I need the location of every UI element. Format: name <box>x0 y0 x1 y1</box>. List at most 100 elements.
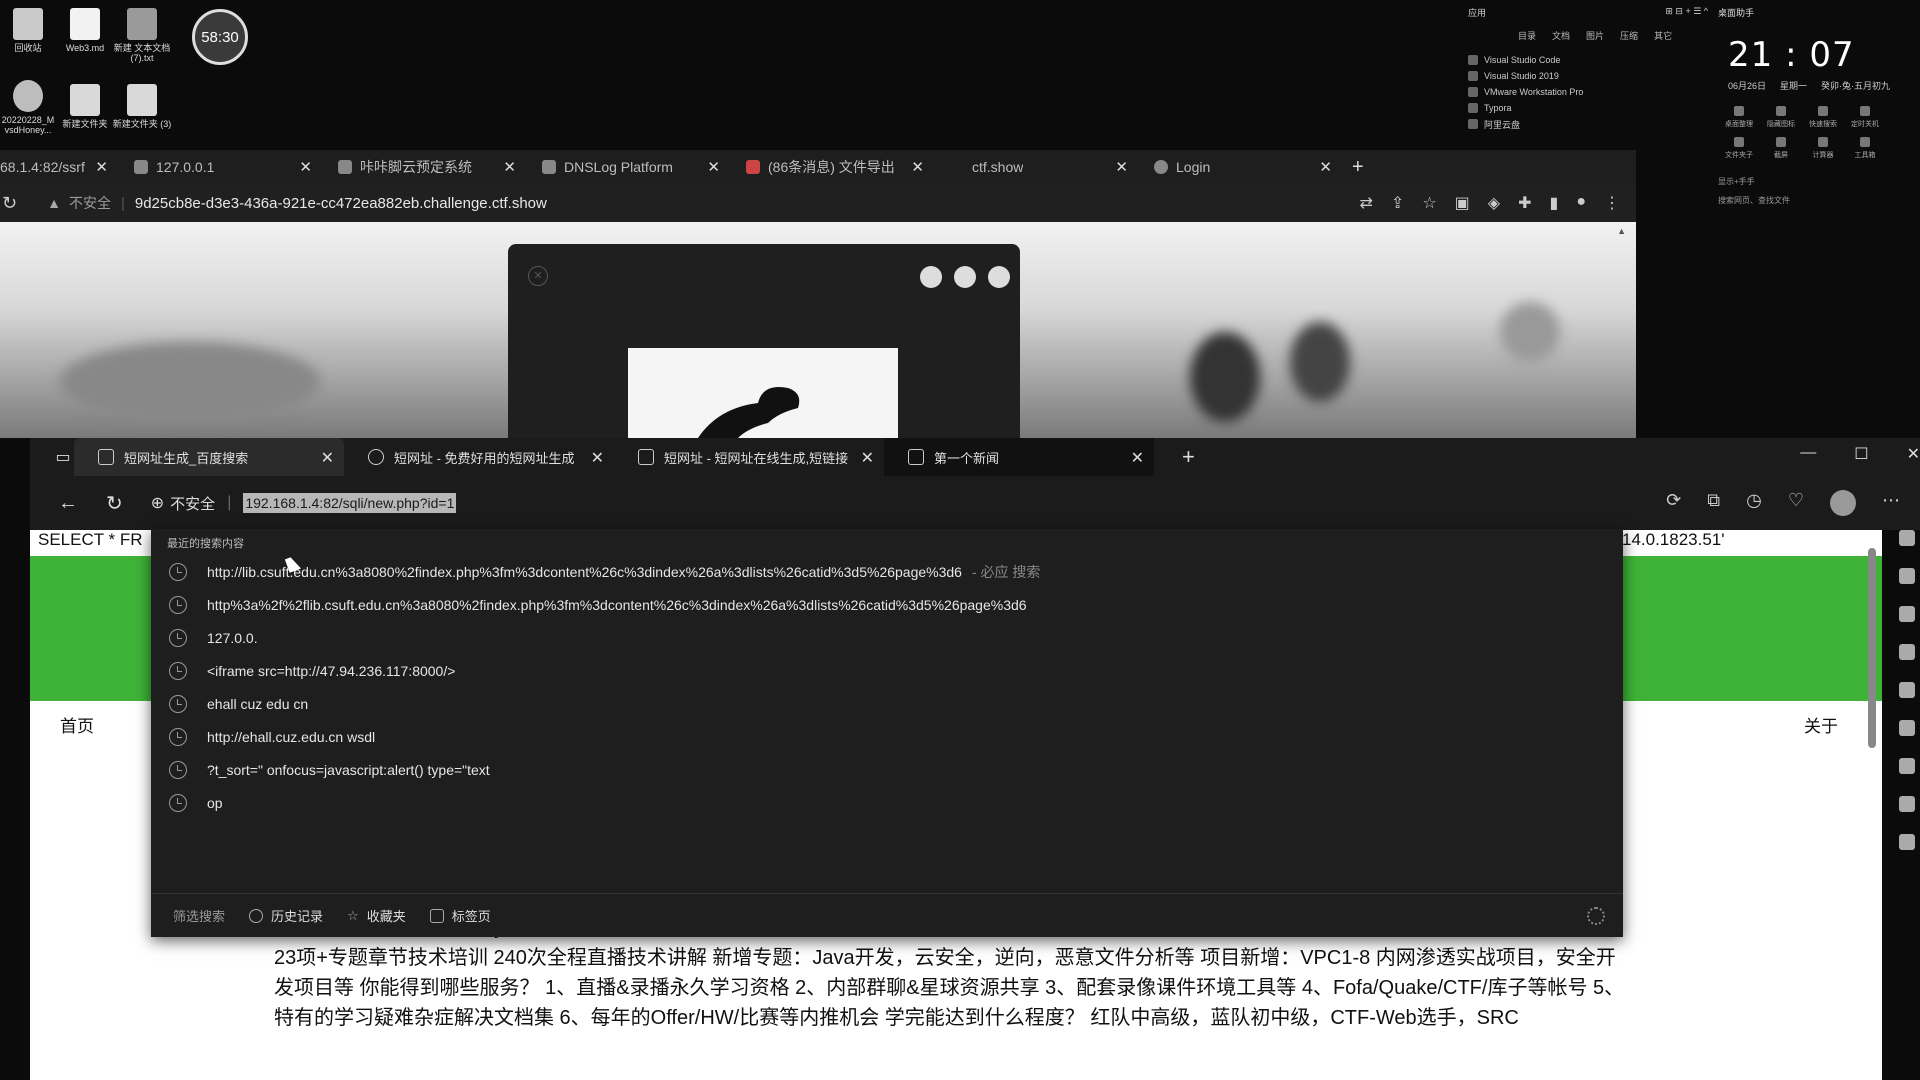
favorites-icon[interactable]: ♡ <box>1788 490 1804 516</box>
settings-gear-icon[interactable] <box>1587 907 1605 925</box>
outlook-icon[interactable] <box>1899 758 1915 774</box>
history-filter-button[interactable]: 历史记录 <box>249 906 323 925</box>
tag-icon[interactable] <box>1899 606 1915 622</box>
split-screen-icon[interactable]: ⧉ <box>1707 490 1720 516</box>
briefcase-icon[interactable] <box>1899 644 1915 660</box>
menu-icon[interactable]: ⋮ <box>1604 193 1620 213</box>
close-window-icon[interactable]: ✕ <box>1907 444 1920 464</box>
apps-category[interactable]: 目录 <box>1518 29 1536 42</box>
suggestion-item[interactable]: ?t_sort=" onfocus=javascript:alert() typ… <box>151 753 1623 786</box>
app-item[interactable]: Typora <box>1468 100 1708 116</box>
url-input[interactable]: 192.168.1.4:82/sqli/new.php?id=1 <box>243 493 457 513</box>
tab-short-url[interactable]: 短网址 - 免费好用的短网址生成 ✕ <box>344 438 614 476</box>
insecure-label[interactable]: 不安全 <box>69 193 111 213</box>
globe-icon[interactable]: ⊕ <box>151 493 164 513</box>
tool-item[interactable]: 桌面整理 <box>1718 106 1760 129</box>
close-icon[interactable]: ✕ <box>1319 158 1332 176</box>
extension-icon[interactable]: ▣ <box>1455 193 1470 213</box>
tool-item[interactable]: 文件夹子 <box>1718 137 1760 160</box>
reload-icon[interactable]: ↻ <box>2 193 17 214</box>
suggestion-item[interactable]: op <box>151 786 1623 819</box>
apps-category[interactable]: 文档 <box>1552 29 1570 42</box>
desktop-icon-folder[interactable]: 新建文件夹 <box>55 84 115 129</box>
close-icon[interactable]: ✕ <box>1115 158 1128 176</box>
desktop-icon-recycle-bin[interactable]: 回收站 <box>0 8 58 53</box>
more-icon[interactable]: ⋯ <box>1882 490 1900 516</box>
tab-csdn[interactable]: (86条消息) 文件导出 ✕ <box>732 150 936 184</box>
close-icon[interactable]: ✕ <box>528 266 548 286</box>
tab-localhost[interactable]: 127.0.0.1 ✕ <box>120 150 324 184</box>
tab-actions-icon[interactable]: ▭ <box>52 438 74 476</box>
suggestion-item[interactable]: http%3a%2f%2flib.csuft.edu.cn%3a8080%2fi… <box>151 588 1623 621</box>
avatar[interactable] <box>1830 490 1856 516</box>
desktop-icon-folder-3[interactable]: 新建文件夹 (3) <box>112 84 172 129</box>
scrollbar[interactable] <box>1868 548 1876 748</box>
suggestion-item[interactable]: <iframe src=http://47.94.236.117:8000/> <box>151 654 1623 687</box>
apps-category[interactable]: 图片 <box>1586 29 1604 42</box>
desktop-icon-zip[interactable]: 20220228_M vsdHoney... <box>0 80 58 136</box>
tab-first-news[interactable]: 第一个新闻 ✕ <box>884 438 1154 476</box>
tab-booking-system[interactable]: 咔咔脚云预定系统 ✕ <box>324 150 528 184</box>
extension-icon[interactable]: ◈ <box>1488 193 1500 213</box>
tab-login[interactable]: Login ✕ <box>1140 150 1344 184</box>
close-icon[interactable]: ✕ <box>1131 448 1144 468</box>
timer-widget[interactable]: 58:30 <box>192 9 248 65</box>
tab-ssrf[interactable]: 68.1.4:82/ssrf ✕ <box>0 150 120 184</box>
new-tab-button[interactable]: + <box>1352 156 1364 179</box>
tab-ctfshow[interactable]: ctf.show ✕ <box>936 150 1140 184</box>
nav-about-link[interactable]: 关于 <box>1804 712 1838 737</box>
suggestion-item[interactable]: http://lib.csuft.edu.cn%3a8080%2findex.p… <box>151 555 1623 588</box>
search-hint[interactable]: 显示+手手 <box>1718 176 1755 187</box>
app-item[interactable]: Visual Studio Code <box>1468 52 1708 68</box>
app-item[interactable]: VMware Workstation Pro <box>1468 84 1708 100</box>
suggestion-item[interactable]: ehall cuz edu cn <box>151 687 1623 720</box>
puzzle-icon[interactable]: ✚ <box>1518 193 1531 213</box>
warning-icon[interactable]: ▲ <box>47 195 61 211</box>
tool-item[interactable]: 定时关机 <box>1844 106 1886 129</box>
close-icon[interactable]: ✕ <box>591 448 604 468</box>
tool-item[interactable]: 计算器 <box>1802 137 1844 160</box>
bookmark-star-icon[interactable]: ☆ <box>1422 193 1436 213</box>
background-url[interactable]: 9d25cb8e-d3e3-436a-921e-cc472ea882eb.cha… <box>135 195 547 212</box>
apps-category[interactable]: 压缩 <box>1620 29 1638 42</box>
insecure-label[interactable]: 不安全 <box>170 493 215 514</box>
nav-home-link[interactable]: 首页 <box>60 712 94 737</box>
back-arrow-icon[interactable]: ← <box>58 492 78 515</box>
search-icon[interactable] <box>1899 568 1915 584</box>
history-icon[interactable]: ◷ <box>1746 490 1762 516</box>
tab-baidu-search[interactable]: 短网址生成_百度搜索 ✕ <box>74 438 344 476</box>
tool-item[interactable]: 截屏 <box>1760 137 1802 160</box>
close-icon[interactable]: ✕ <box>861 448 874 468</box>
app-item[interactable]: Visual Studio 2019 <box>1468 68 1708 84</box>
tab-short-url-generator[interactable]: 短网址 - 短网址在线生成,短链接 ✕ <box>614 438 884 476</box>
search-links[interactable]: 搜索网页、查找文件 <box>1718 195 1918 206</box>
maximize-icon[interactable]: ☐ <box>1854 444 1868 464</box>
close-icon[interactable]: ✕ <box>503 158 516 176</box>
tabs-filter-button[interactable]: 标签页 <box>429 906 491 925</box>
new-tab-button[interactable]: + <box>1182 444 1195 470</box>
window-dot-icon[interactable] <box>954 266 976 288</box>
add-icon[interactable] <box>1899 834 1915 850</box>
profile-icon[interactable]: ● <box>1576 193 1586 213</box>
apps-category[interactable]: 其它 <box>1654 29 1672 42</box>
widget-controls-icon[interactable]: ⊞ ⊟ + ☰ ^ <box>1665 6 1708 19</box>
suggestion-item[interactable]: http://ehall.cuz.edu.cn wsdl <box>151 720 1623 753</box>
desktop-icon-web3-md[interactable]: Web3.md <box>55 8 115 53</box>
close-icon[interactable]: ✕ <box>95 158 108 176</box>
extension-icon[interactable]: ⟳ <box>1666 490 1681 516</box>
tool-item[interactable]: 工具箱 <box>1844 137 1886 160</box>
sidebar-icon[interactable]: ▮ <box>1550 193 1559 213</box>
tool-item[interactable]: 隐藏图标 <box>1760 106 1802 129</box>
suggestion-item[interactable]: 127.0.0. <box>151 621 1623 654</box>
app-item[interactable]: 阿里云盘 <box>1468 116 1708 132</box>
favorites-filter-button[interactable]: ☆ 收藏夹 <box>347 906 406 925</box>
people-icon[interactable] <box>1899 682 1915 698</box>
play-icon[interactable] <box>1899 720 1915 736</box>
send-icon[interactable] <box>1899 796 1915 812</box>
tool-item[interactable]: 快速搜索 <box>1802 106 1844 129</box>
share-icon[interactable]: ⇪ <box>1391 193 1404 213</box>
close-icon[interactable]: ✕ <box>321 448 334 468</box>
window-dot-icon[interactable] <box>988 266 1010 288</box>
window-dot-icon[interactable] <box>920 266 942 288</box>
minimize-icon[interactable]: — <box>1800 444 1816 464</box>
